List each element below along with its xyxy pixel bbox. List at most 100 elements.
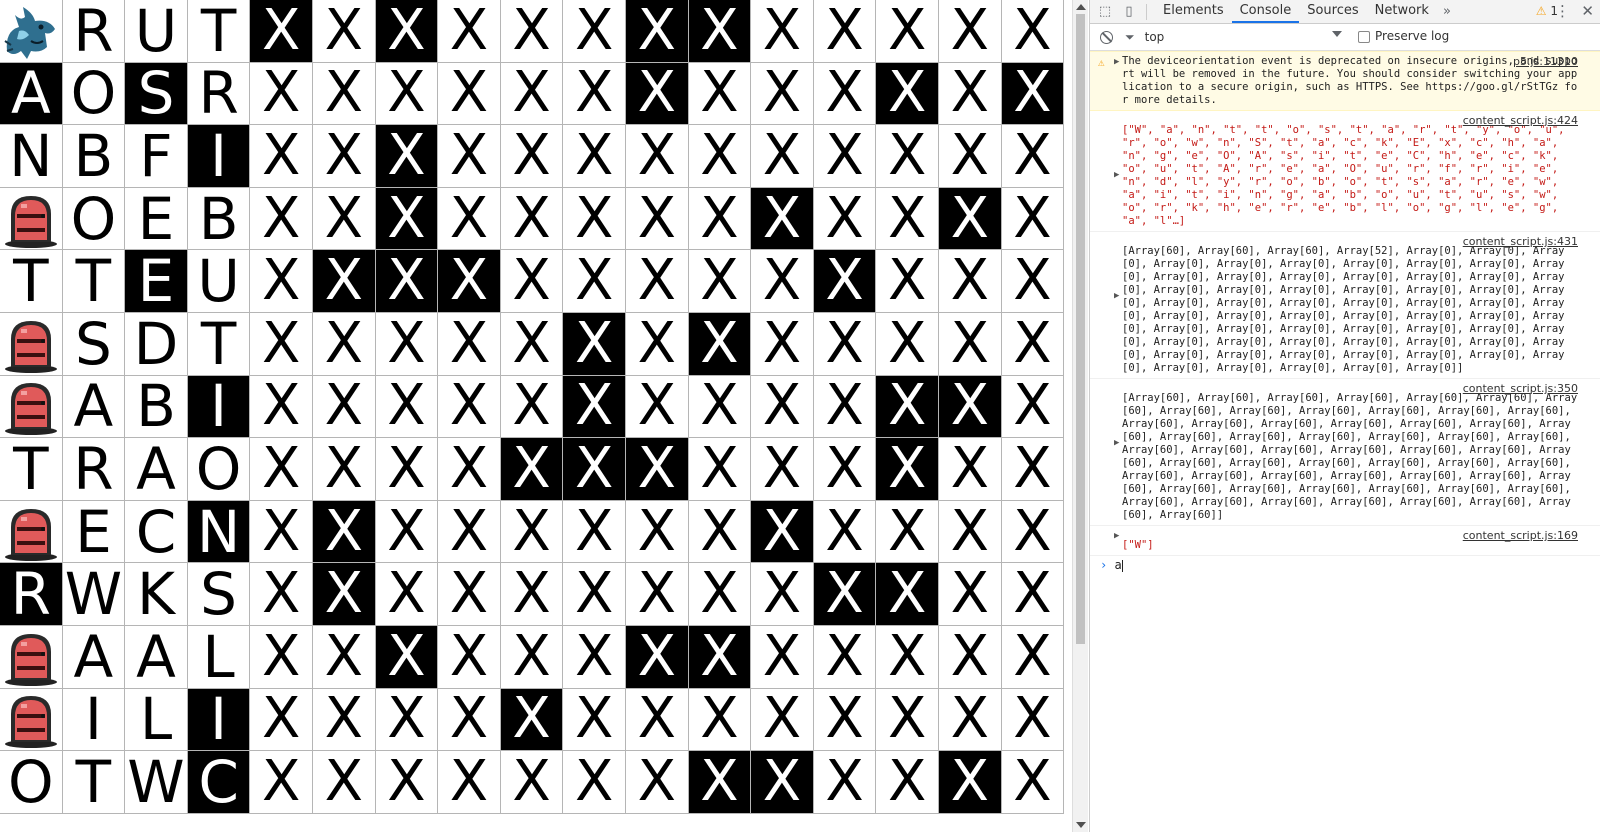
grid-cell[interactable]: X xyxy=(939,0,1002,63)
grid-cell[interactable]: X xyxy=(375,626,439,689)
grid-cell[interactable]: X xyxy=(375,250,439,313)
scroll-down-icon[interactable] xyxy=(1076,822,1086,828)
grid-cell[interactable]: X xyxy=(813,563,877,626)
grid-cell[interactable]: R xyxy=(0,563,63,626)
source-link[interactable]: content_script.js:431 xyxy=(1463,235,1578,248)
grid-cell[interactable]: X xyxy=(500,0,564,63)
grid-cell[interactable]: O xyxy=(187,438,251,501)
page-scrollbar[interactable] xyxy=(1072,0,1088,832)
context-dropdown-icon[interactable] xyxy=(1332,31,1342,37)
grid-cell[interactable]: X xyxy=(751,0,814,63)
grid-cell[interactable]: X xyxy=(500,62,564,126)
grid-cell[interactable]: S xyxy=(62,313,126,376)
grid-cell[interactable]: X xyxy=(500,438,564,501)
clear-console-icon[interactable] xyxy=(1100,30,1113,44)
grid-cell[interactable]: X xyxy=(563,125,626,188)
grid-cell[interactable]: X xyxy=(939,688,1002,752)
grid-cell[interactable]: T xyxy=(62,751,126,814)
grid-cell[interactable]: X xyxy=(1001,0,1065,63)
grid-cell[interactable]: O xyxy=(62,62,126,126)
console-output[interactable]: ⚠ ▶ p5.js:11310 The deviceorientation event… xyxy=(1090,51,1600,575)
grid-cell[interactable]: X xyxy=(1001,313,1065,376)
grid-cell[interactable]: X xyxy=(751,688,814,752)
console-prompt[interactable]: › a xyxy=(1090,556,1600,575)
grid-cell[interactable]: X xyxy=(688,187,752,251)
grid-cell[interactable]: X xyxy=(250,563,313,626)
grid-cell[interactable]: X xyxy=(688,563,752,626)
grid-cell[interactable]: T xyxy=(187,0,251,63)
grid-cell[interactable]: X xyxy=(688,500,752,564)
grid-cell[interactable]: L xyxy=(187,626,251,689)
grid-cell[interactable]: X xyxy=(1001,375,1065,439)
console-log-message[interactable]: ▶ content_script.js:169 ["W"] xyxy=(1090,526,1600,556)
grid-cell[interactable]: X xyxy=(375,500,439,564)
grid-cell[interactable]: X xyxy=(1001,688,1065,752)
grid-cell[interactable]: A xyxy=(62,626,126,689)
grid-cell[interactable]: B xyxy=(125,375,188,439)
bell-sprite-cell[interactable] xyxy=(0,626,63,689)
console-log-message[interactable]: ▶ content_script.js:424 ["W", "a", "n", "t… xyxy=(1090,111,1600,232)
grid-cell[interactable]: X xyxy=(438,250,501,313)
grid-cell[interactable]: X xyxy=(626,187,689,251)
tab-sources[interactable]: Sources xyxy=(1299,0,1366,23)
grid-cell[interactable]: X xyxy=(751,563,814,626)
grid-cell[interactable]: O xyxy=(0,751,63,814)
grid-cell[interactable]: X xyxy=(500,250,564,313)
tab-network[interactable]: Network xyxy=(1367,0,1437,23)
grid-cell[interactable]: X xyxy=(375,187,439,251)
grid-cell[interactable]: X xyxy=(626,313,689,376)
grid-cell[interactable]: X xyxy=(1001,500,1065,564)
grid-cell[interactable]: X xyxy=(250,438,313,501)
grid-cell[interactable]: X xyxy=(250,751,313,814)
grid-cell[interactable]: X xyxy=(563,187,626,251)
close-icon[interactable]: ✕ xyxy=(1581,2,1594,20)
grid-cell[interactable]: X xyxy=(876,125,939,188)
grid-cell[interactable]: X xyxy=(688,313,752,376)
grid-cell[interactable]: X xyxy=(500,626,564,689)
tab-console[interactable]: Console xyxy=(1231,0,1300,23)
grid-cell[interactable]: X xyxy=(438,187,501,251)
grid-cell[interactable]: X xyxy=(438,626,501,689)
grid-cell[interactable]: X xyxy=(438,751,501,814)
grid-cell[interactable]: I xyxy=(187,375,251,439)
grid-cell[interactable]: X xyxy=(375,0,439,63)
kebab-menu-icon[interactable]: ⋮ xyxy=(1555,2,1570,20)
context-selector[interactable]: top xyxy=(1145,30,1165,44)
grid-cell[interactable]: X xyxy=(876,751,939,814)
grid-cell[interactable]: X xyxy=(250,125,313,188)
grid-cell[interactable]: X xyxy=(438,563,501,626)
grid-cell[interactable]: X xyxy=(563,375,626,439)
grid-cell[interactable]: X xyxy=(563,688,626,752)
grid-cell[interactable]: B xyxy=(62,125,126,188)
grid-cell[interactable]: X xyxy=(688,751,752,814)
grid-cell[interactable]: X xyxy=(375,751,439,814)
grid-cell[interactable]: X xyxy=(313,563,376,626)
grid-cell[interactable]: X xyxy=(688,125,752,188)
grid-cell[interactable]: X xyxy=(313,187,376,251)
grid-cell[interactable]: X xyxy=(813,313,877,376)
grid-cell[interactable]: X xyxy=(1001,62,1065,126)
grid-cell[interactable]: R xyxy=(187,62,251,126)
bell-sprite-cell[interactable] xyxy=(0,375,63,439)
letter-grid[interactable]: RUTXXXXXXXXXXXXXAOSRXXXXXXXXXXXXXNBFIXXX… xyxy=(0,0,1072,832)
grid-cell[interactable]: T xyxy=(0,250,63,313)
grid-cell[interactable]: L xyxy=(125,688,188,752)
source-link[interactable]: content_script.js:350 xyxy=(1463,382,1578,395)
grid-cell[interactable]: X xyxy=(563,313,626,376)
grid-cell[interactable]: X xyxy=(626,500,689,564)
grid-cell[interactable]: X xyxy=(250,375,313,439)
grid-cell[interactable]: X xyxy=(688,626,752,689)
grid-cell[interactable]: F xyxy=(125,125,188,188)
expand-triangle-icon[interactable]: ▶ xyxy=(1114,530,1119,543)
grid-cell[interactable]: X xyxy=(1001,250,1065,313)
grid-cell[interactable]: X xyxy=(626,0,689,63)
grid-cell[interactable]: A xyxy=(125,438,188,501)
grid-cell[interactable]: X xyxy=(563,438,626,501)
grid-cell[interactable]: X xyxy=(939,500,1002,564)
grid-cell[interactable]: W xyxy=(62,563,126,626)
grid-cell[interactable]: E xyxy=(62,500,126,564)
grid-cell[interactable]: X xyxy=(1001,626,1065,689)
grid-cell[interactable]: X xyxy=(563,250,626,313)
grid-cell[interactable]: E xyxy=(125,187,188,251)
grid-cell[interactable]: X xyxy=(626,125,689,188)
